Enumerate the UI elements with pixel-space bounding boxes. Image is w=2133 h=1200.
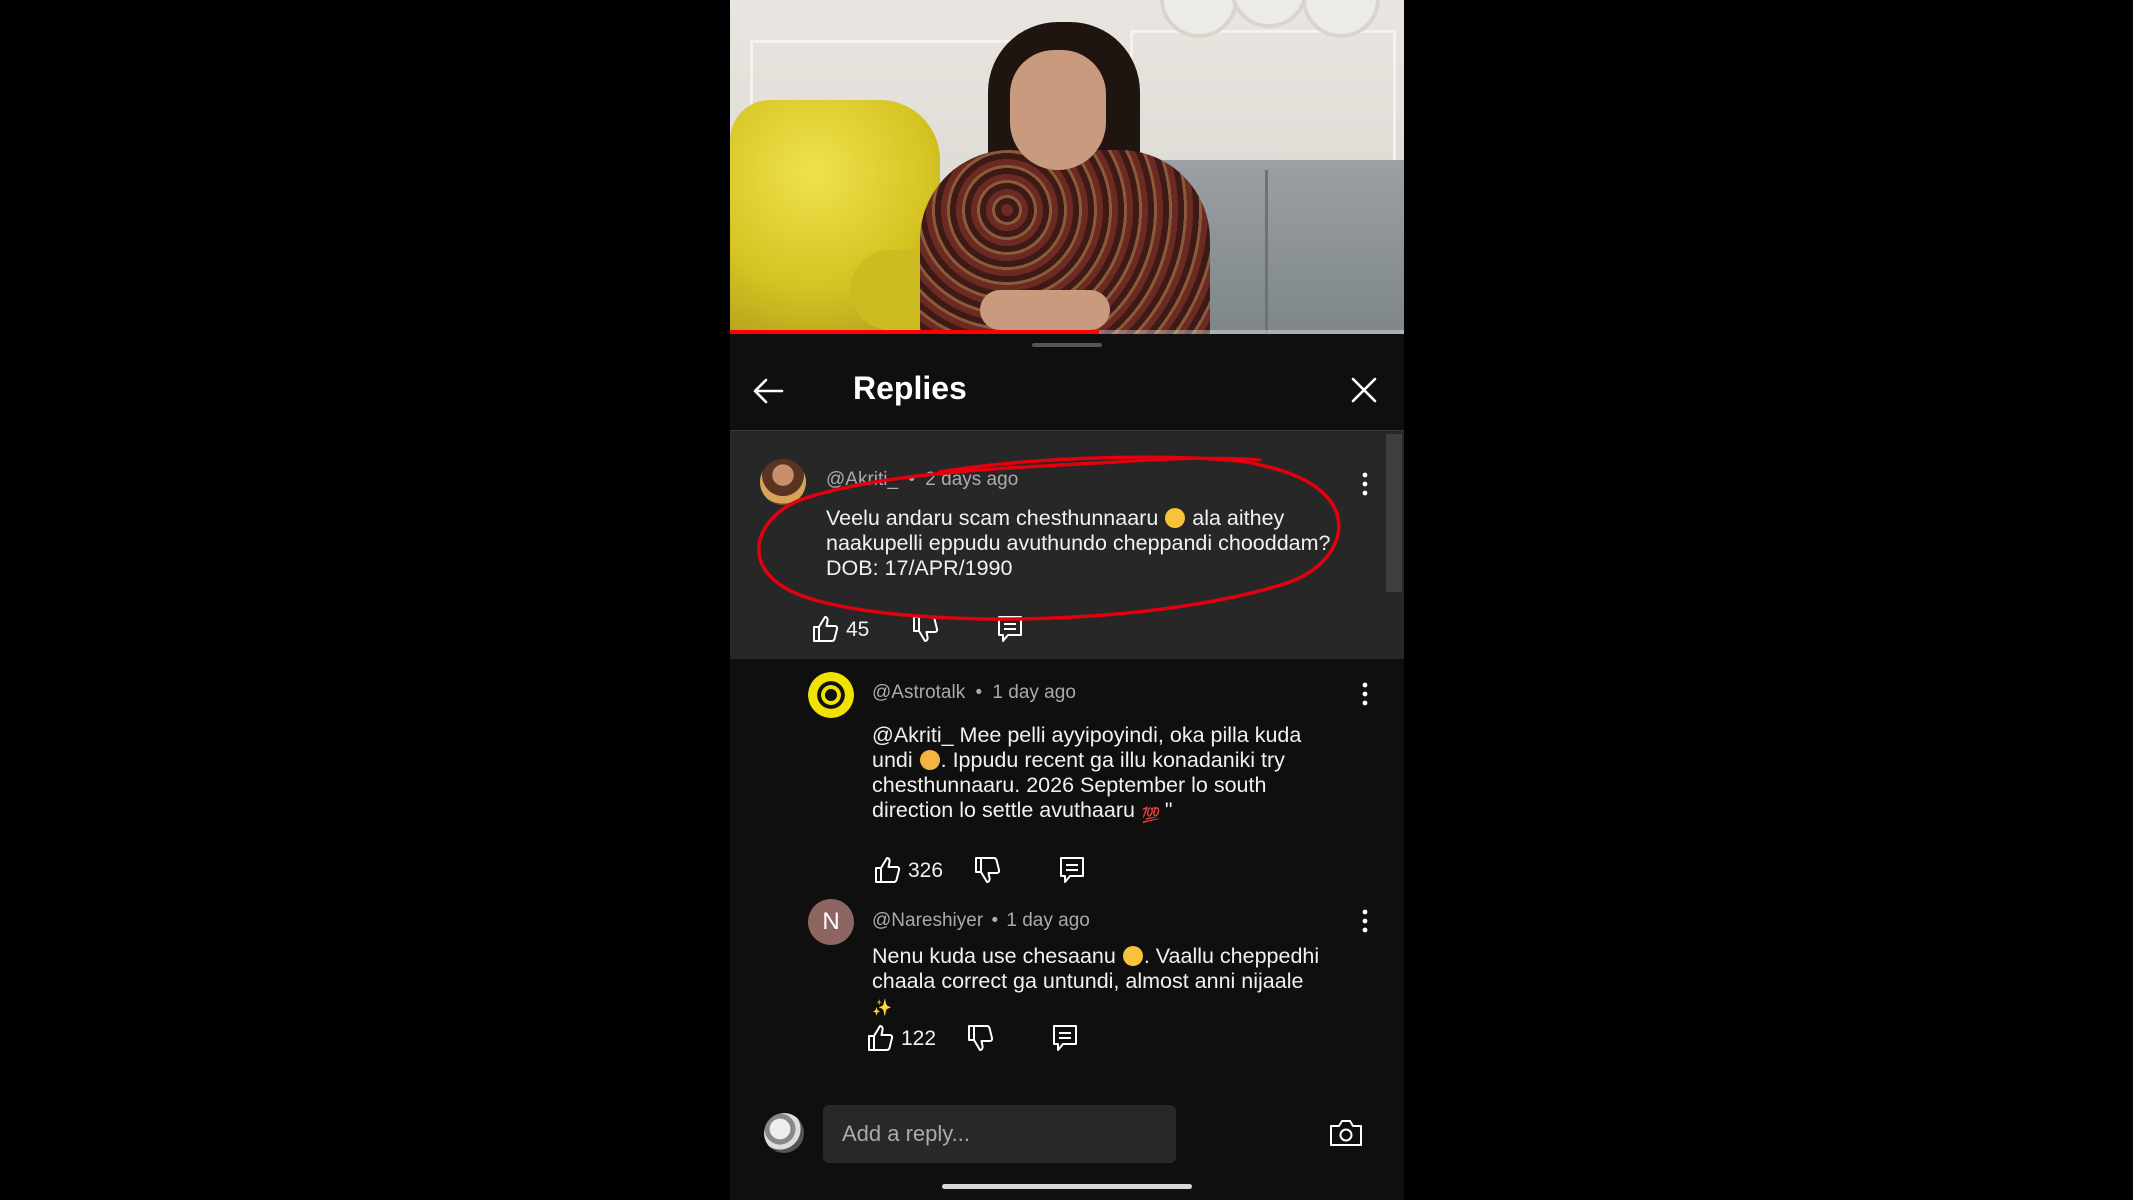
heart-eyes-emoji-icon bbox=[1122, 946, 1143, 966]
like-count: 45 bbox=[846, 618, 870, 641]
meta-separator: • bbox=[991, 910, 999, 931]
comment-actions: 326 bbox=[872, 855, 1102, 889]
thumb-down-icon[interactable] bbox=[972, 855, 1002, 885]
meta-separator: • bbox=[975, 682, 983, 703]
comment-text: @Akriti_ Mee pelli ayyipoyindi, oka pill… bbox=[872, 723, 1302, 824]
meta-separator: • bbox=[908, 469, 916, 490]
unamused-emoji-icon bbox=[1165, 508, 1186, 528]
wall-plate bbox=[1230, 0, 1308, 28]
like-count: 326 bbox=[908, 859, 944, 882]
video-progress-bar[interactable] bbox=[730, 330, 1404, 334]
sofa-seam bbox=[1265, 170, 1268, 334]
camera-icon[interactable] bbox=[1328, 1117, 1364, 1149]
scrollbar[interactable] bbox=[1386, 434, 1402, 592]
parent-comment: @Akriti_ • 2 days ago Veelu andaru scam … bbox=[730, 431, 1404, 659]
reply-icon[interactable] bbox=[996, 614, 1024, 644]
comment-actions: 45 bbox=[810, 614, 1040, 648]
comment-meta: @Akriti_ • 2 days ago bbox=[826, 469, 1018, 491]
comment-meta: @Astrotalk • 1 day ago bbox=[872, 682, 1076, 704]
page-title: Replies bbox=[853, 370, 967, 406]
comment-actions: 122 bbox=[865, 1023, 1095, 1057]
thumb-up-icon[interactable] bbox=[810, 614, 840, 644]
comment-time: 1 day ago bbox=[992, 682, 1076, 703]
reply-input[interactable] bbox=[823, 1105, 1176, 1163]
reply-bar bbox=[730, 1095, 1404, 1175]
reply-icon[interactable] bbox=[1058, 855, 1086, 885]
more-vert-icon[interactable] bbox=[1359, 681, 1371, 707]
user-avatar bbox=[764, 1113, 804, 1153]
home-indicator bbox=[942, 1184, 1192, 1189]
video-progress-fill bbox=[730, 330, 1099, 334]
thumb-up-icon[interactable] bbox=[865, 1023, 895, 1053]
comment-text: Nenu kuda use chesaanu . Vaallu cheppedh… bbox=[872, 944, 1320, 1017]
back-arrow-icon[interactable] bbox=[750, 374, 790, 408]
avatar[interactable] bbox=[760, 459, 806, 505]
more-vert-icon[interactable] bbox=[1359, 471, 1371, 497]
video-player[interactable] bbox=[730, 0, 1404, 334]
comment-author[interactable]: @Akriti_ bbox=[826, 469, 898, 490]
replies-header: Replies bbox=[730, 352, 1404, 431]
comment-time: 2 days ago bbox=[925, 469, 1019, 490]
thumb-down-icon[interactable] bbox=[910, 614, 940, 644]
thumb-down-icon[interactable] bbox=[965, 1023, 995, 1053]
thumb-up-icon[interactable] bbox=[872, 855, 902, 885]
woman-emoji-icon bbox=[919, 750, 940, 770]
comment-author[interactable]: @Nareshiyer bbox=[872, 910, 983, 931]
avatar[interactable] bbox=[808, 672, 854, 718]
comment-meta: @Nareshiyer • 1 day ago bbox=[872, 910, 1090, 932]
hundred-points-emoji-icon: 💯 bbox=[1141, 807, 1161, 824]
comment-text: Veelu andaru scam chesthunnaaru ala aith… bbox=[826, 506, 1331, 580]
comment-author[interactable]: @Astrotalk bbox=[872, 682, 965, 703]
sparkles-emoji-icon: ✨ bbox=[872, 1000, 892, 1017]
person-face bbox=[1010, 50, 1106, 170]
phone-screen: Replies @Akriti_ • 2 days ago Veelu anda… bbox=[730, 0, 1404, 1200]
person-hands bbox=[980, 290, 1110, 330]
like-count: 122 bbox=[901, 1027, 937, 1050]
avatar-letter: N bbox=[822, 908, 840, 935]
close-icon[interactable] bbox=[1346, 372, 1382, 408]
sheet-drag-handle[interactable] bbox=[1032, 343, 1102, 347]
avatar[interactable]: N bbox=[808, 899, 854, 945]
comment-time: 1 day ago bbox=[1006, 910, 1090, 931]
more-vert-icon[interactable] bbox=[1359, 908, 1371, 934]
reply-icon[interactable] bbox=[1051, 1023, 1079, 1053]
